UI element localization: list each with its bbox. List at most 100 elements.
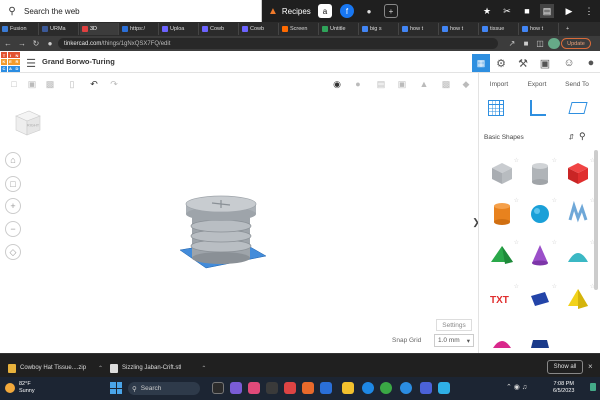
update-button[interactable]: Update bbox=[561, 38, 591, 49]
chevron-up-icon[interactable]: ⌃ bbox=[98, 365, 103, 372]
browser-tab[interactable]: 3D bbox=[80, 23, 119, 35]
windows-start-icon[interactable] bbox=[110, 382, 122, 394]
store-icon[interactable] bbox=[420, 382, 432, 394]
scissors-icon[interactable]: ✂ bbox=[500, 4, 514, 18]
browser-tab[interactable]: how t bbox=[520, 23, 559, 35]
user-add-icon[interactable]: ☺ bbox=[560, 54, 578, 72]
paste-icon[interactable]: ▣ bbox=[26, 78, 38, 90]
shape-category-select[interactable]: Basic Shapes ⇵ bbox=[484, 131, 574, 143]
pickaxe-icon[interactable]: ⚒ bbox=[514, 54, 532, 72]
browser-tab[interactable]: Screen bbox=[280, 23, 319, 35]
settings-button[interactable]: Settings bbox=[436, 319, 472, 331]
app-icon[interactable] bbox=[438, 382, 450, 394]
view-cube[interactable]: RIGHT bbox=[12, 107, 44, 139]
favorite-icon[interactable]: ☆ bbox=[514, 197, 519, 204]
mail-icon[interactable] bbox=[320, 382, 332, 394]
mirror-icon[interactable]: ▲ bbox=[418, 78, 430, 90]
share-icon[interactable]: ↗ bbox=[506, 38, 518, 49]
folder-icon[interactable] bbox=[342, 382, 354, 394]
codeblocks-icon[interactable]: ▣ bbox=[536, 54, 554, 72]
plus-icon[interactable]: + bbox=[384, 4, 398, 18]
shape-text[interactable]: TXT ☆ bbox=[484, 282, 520, 316]
grid-view-icon[interactable]: ▦ bbox=[472, 54, 490, 72]
recipes-button[interactable]: ▲ Recipes bbox=[268, 4, 311, 18]
chrome-icon[interactable] bbox=[380, 382, 392, 394]
favorite-icon[interactable]: ☆ bbox=[514, 239, 519, 246]
favorite-icon[interactable]: ☆ bbox=[514, 283, 519, 290]
search-icon[interactable]: ⚲ bbox=[579, 131, 586, 142]
browser-tab[interactable]: Uploa bbox=[160, 23, 199, 35]
facebook-icon[interactable]: f bbox=[340, 4, 354, 18]
browser-tab[interactable]: https:/ bbox=[120, 23, 159, 35]
web-search-box[interactable]: ⚲ Search the web bbox=[0, 0, 262, 22]
shape-pyramid[interactable]: ☆ bbox=[560, 282, 596, 316]
clipboard-icon[interactable]: ▤ bbox=[540, 4, 554, 18]
app-icon[interactable] bbox=[212, 382, 224, 394]
fit-view-icon[interactable]: □ bbox=[5, 176, 21, 192]
favorite-icon[interactable]: ☆ bbox=[552, 157, 557, 164]
workplane-icon[interactable] bbox=[488, 100, 504, 116]
camera-icon[interactable]: ■ bbox=[520, 4, 534, 18]
chrome-alt-icon[interactable] bbox=[362, 382, 374, 394]
show-all-button[interactable]: Show all bbox=[547, 360, 583, 374]
edge-icon[interactable] bbox=[400, 382, 412, 394]
back-icon[interactable]: ← bbox=[2, 38, 14, 49]
browser-tab[interactable]: Cowb bbox=[200, 23, 239, 35]
media-icon[interactable] bbox=[248, 382, 260, 394]
notification-icon[interactable] bbox=[590, 383, 596, 391]
export-button[interactable]: Export bbox=[522, 79, 552, 89]
url-field[interactable]: tinkercad.com/things/1gNxQSX7FQ/edit bbox=[58, 38, 498, 49]
delete-icon[interactable]: ▯ bbox=[66, 78, 78, 90]
duplicate-icon[interactable]: ▩ bbox=[44, 78, 56, 90]
ruler-icon[interactable] bbox=[530, 100, 546, 116]
send-to-button[interactable]: Send To bbox=[562, 79, 592, 89]
align-icon[interactable]: ▤ bbox=[375, 78, 387, 90]
shape-sphere[interactable]: ☆ bbox=[522, 196, 558, 230]
browser-tab[interactable]: how t bbox=[440, 23, 479, 35]
tinker-icon[interactable]: ⚙ bbox=[492, 54, 510, 72]
people-icon[interactable]: ★ bbox=[480, 4, 494, 18]
group-icon[interactable]: ▣ bbox=[396, 78, 408, 90]
browser-tab[interactable]: URMa bbox=[40, 23, 79, 35]
office-icon[interactable] bbox=[302, 382, 314, 394]
shape-blue-box[interactable]: ☆ bbox=[522, 282, 558, 316]
favorite-icon[interactable]: ☆ bbox=[552, 283, 557, 290]
tray-icons[interactable]: ⌃ ◉ ♫ bbox=[506, 383, 527, 391]
gamepad-icon[interactable]: ● bbox=[362, 4, 376, 18]
home-view-icon[interactable]: ⌂ bbox=[5, 152, 21, 168]
panel-scrollbar[interactable] bbox=[594, 150, 598, 290]
edge-tab-icon[interactable] bbox=[266, 382, 278, 394]
avatar[interactable]: ● bbox=[582, 54, 600, 72]
chevron-up-icon[interactable]: ⌃ bbox=[201, 365, 206, 372]
close-icon[interactable]: × bbox=[588, 362, 593, 371]
design-list-icon[interactable]: ☰ bbox=[22, 54, 40, 72]
cruise-icon[interactable]: ◆ bbox=[460, 78, 472, 90]
more-icon[interactable]: ⋮ bbox=[582, 4, 596, 18]
new-tab-icon[interactable]: + bbox=[564, 23, 571, 35]
game-icon[interactable] bbox=[284, 382, 296, 394]
project-title[interactable]: Grand Borwo-Turing bbox=[42, 57, 115, 66]
system-clock[interactable]: 7:08 PM 6/5/2023 bbox=[553, 381, 574, 395]
weather-widget[interactable]: 82°F Sunny bbox=[5, 381, 35, 395]
favorite-icon[interactable]: ☆ bbox=[514, 157, 519, 164]
shape-box[interactable]: ☆ bbox=[560, 156, 596, 190]
sidebar-icon[interactable]: ◫ bbox=[534, 38, 546, 49]
visibility-icon[interactable]: ◉ bbox=[331, 78, 343, 90]
shape-cone[interactable]: ☆ bbox=[522, 238, 558, 272]
browser-tab[interactable]: how t bbox=[400, 23, 439, 35]
shape-roof[interactable]: ☆ bbox=[484, 238, 520, 272]
browser-tab[interactable]: big s bbox=[360, 23, 399, 35]
redo-icon[interactable]: ↷ bbox=[108, 78, 120, 90]
zoom-in-icon[interactable]: + bbox=[5, 198, 21, 214]
tinkercad-logo[interactable]: TIN KER CAD bbox=[1, 52, 20, 72]
notes-icon[interactable] bbox=[568, 102, 588, 114]
reload-icon[interactable]: ↻ bbox=[30, 38, 42, 49]
teams-icon[interactable] bbox=[230, 382, 242, 394]
favorite-icon[interactable]: ☆ bbox=[552, 239, 557, 246]
forward-icon[interactable]: → bbox=[16, 38, 28, 49]
profile-avatar[interactable] bbox=[548, 38, 560, 49]
bulb-icon[interactable]: ● bbox=[352, 78, 364, 90]
browser-tab[interactable]: Fusion bbox=[0, 23, 39, 35]
import-button[interactable]: Import bbox=[484, 79, 514, 89]
browser-tab[interactable]: tissue bbox=[480, 23, 519, 35]
